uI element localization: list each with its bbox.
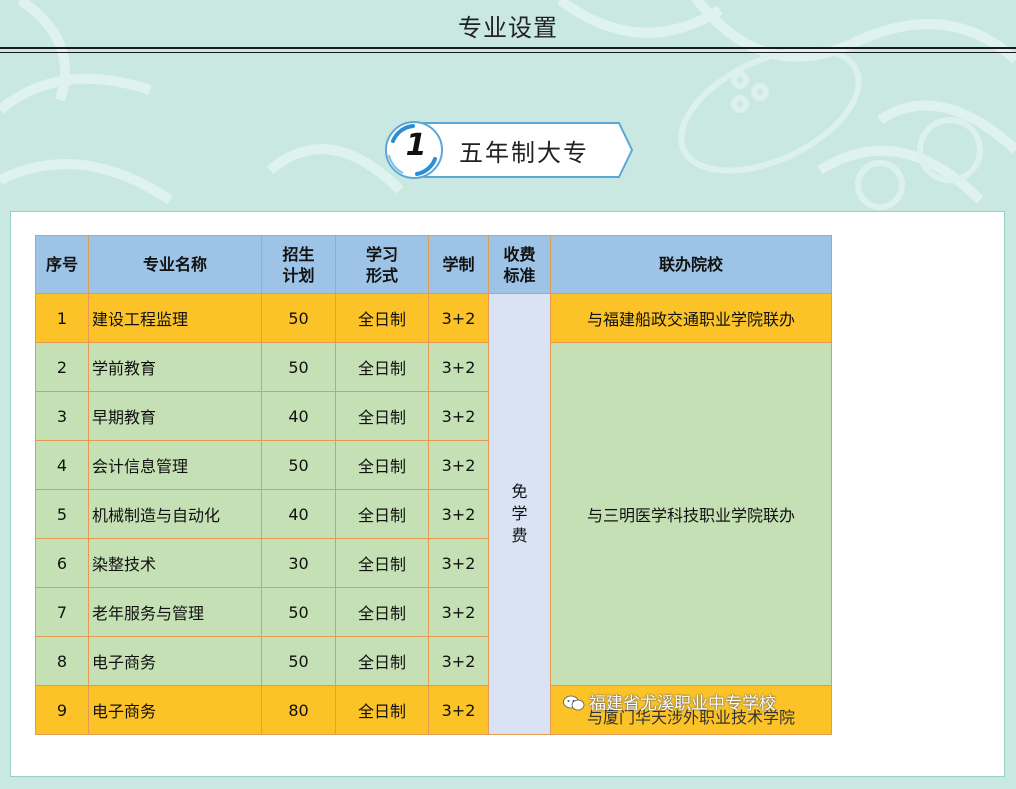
- row-plan: 30: [261, 538, 336, 588]
- watermark: 福建省尤溪职业中专学校: [563, 689, 776, 714]
- row-mode: 全日制: [335, 636, 429, 686]
- row-mode: 全日制: [335, 440, 429, 490]
- fee-char-1: 免: [511, 482, 528, 501]
- header-mode-line1: 学习: [365, 244, 398, 264]
- header-fee-line2: 标准: [503, 265, 536, 285]
- row-plan: 50: [261, 636, 336, 686]
- row-years: 3+2: [428, 587, 489, 637]
- section-number: 1: [405, 128, 427, 163]
- row-index: 8: [35, 636, 89, 686]
- header-mode-line2: 形式: [365, 265, 398, 285]
- table-row: 2 学前教育 50 全日制 3+2 与三明医学科技职业学院联办: [35, 342, 832, 686]
- section-badge: 1 五年制大专: [383, 119, 635, 181]
- table-row: 9 电子商务 80 全日制 3+2 与厦门华天涉外职业技术学院 福建省尤溪职业中…: [35, 685, 832, 735]
- section-label: 五年制大专: [459, 139, 589, 167]
- page-title: 专业设置: [458, 14, 558, 42]
- header-fee-line1: 收费: [503, 244, 536, 264]
- partner-cell: 与三明医学科技职业学院联办: [550, 342, 832, 686]
- header-plan-line1: 招生: [282, 244, 315, 264]
- row-years: 3+2: [428, 538, 489, 588]
- row-plan: 50: [261, 293, 336, 343]
- row-name: 学前教育: [88, 342, 262, 392]
- row-name: 早期教育: [88, 391, 262, 441]
- row-index: 2: [35, 342, 89, 392]
- fee-char-3: 费: [511, 526, 528, 545]
- row-index: 1: [35, 293, 89, 343]
- row-plan: 50: [261, 440, 336, 490]
- title-divider-thin: [0, 52, 1016, 53]
- row-mode: 全日制: [335, 538, 429, 588]
- row-years: 3+2: [428, 440, 489, 490]
- row-years: 3+2: [428, 636, 489, 686]
- row-index: 4: [35, 440, 89, 490]
- row-index: 3: [35, 391, 89, 441]
- row-name: 老年服务与管理: [88, 587, 262, 637]
- row-name: 建设工程监理: [88, 293, 262, 343]
- header-plan: 招生 计划: [261, 235, 336, 294]
- row-plan: 50: [261, 342, 336, 392]
- row-index: 5: [35, 489, 89, 539]
- table-row: 1 建设工程监理 50 全日制 3+2 免 学 费 与福建船政交通职业学院联办: [35, 293, 832, 735]
- header-fee: 收费 标准: [488, 235, 551, 294]
- row-name: 会计信息管理: [88, 440, 262, 490]
- header-index: 序号: [35, 235, 89, 294]
- partner-cell: 与福建船政交通职业学院联办: [550, 293, 832, 343]
- row-years: 3+2: [428, 685, 489, 735]
- wechat-icon: [563, 695, 585, 711]
- header-plan-line2: 计划: [282, 265, 315, 285]
- row-years: 3+2: [428, 391, 489, 441]
- header-years: 学制: [428, 235, 489, 294]
- row-mode: 全日制: [335, 587, 429, 637]
- watermark-text: 福建省尤溪职业中专学校: [589, 694, 776, 714]
- row-years: 3+2: [428, 342, 489, 392]
- row-name: 电子商务: [88, 636, 262, 686]
- row-mode: 全日制: [335, 489, 429, 539]
- row-name: 机械制造与自动化: [88, 489, 262, 539]
- header-mode: 学习 形式: [335, 235, 429, 294]
- partner-cell-watermarked: 与厦门华天涉外职业技术学院 福建省尤溪职业中专学校: [550, 685, 832, 735]
- row-years: 3+2: [428, 293, 489, 343]
- majors-table: 序号 专业名称 招生 计划 学习 形式 学制 收费 标准 联办院校 1 建设工程…: [35, 235, 832, 735]
- row-mode: 全日制: [335, 685, 429, 735]
- table-header-row: 序号 专业名称 招生 计划 学习 形式 学制 收费 标准 联办院校: [35, 235, 832, 294]
- row-index: 7: [35, 587, 89, 637]
- row-mode: 全日制: [335, 293, 429, 343]
- row-plan: 50: [261, 587, 336, 637]
- row-name: 染整技术: [88, 538, 262, 588]
- header-partner: 联办院校: [550, 235, 832, 294]
- row-index: 9: [35, 685, 89, 735]
- row-name: 电子商务: [88, 685, 262, 735]
- fee-cell: 免 学 费: [488, 293, 551, 735]
- header-name: 专业名称: [88, 235, 262, 294]
- row-mode: 全日制: [335, 391, 429, 441]
- row-plan: 80: [261, 685, 336, 735]
- row-years: 3+2: [428, 489, 489, 539]
- row-index: 6: [35, 538, 89, 588]
- row-plan: 40: [261, 391, 336, 441]
- row-mode: 全日制: [335, 342, 429, 392]
- row-plan: 40: [261, 489, 336, 539]
- title-divider: [0, 47, 1016, 49]
- fee-char-2: 学: [511, 504, 528, 523]
